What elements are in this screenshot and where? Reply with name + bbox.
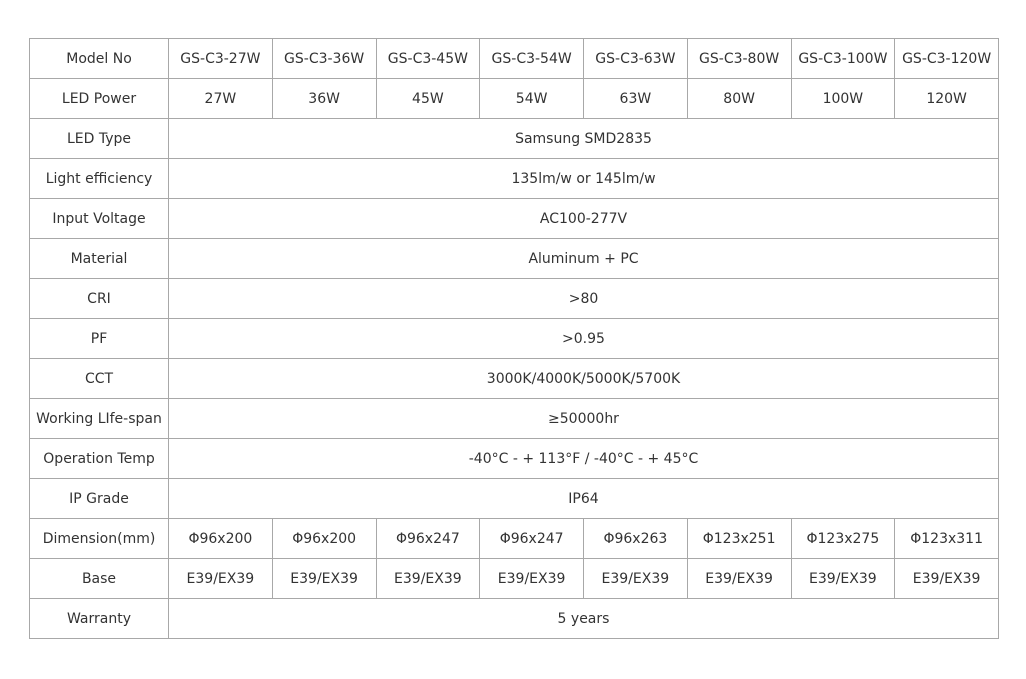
row-label: Input Voltage — [29, 198, 169, 239]
row-label: IP Grade — [29, 478, 169, 519]
ip-grade-value: IP64 — [168, 478, 999, 519]
row-input-voltage: Input Voltage AC100-277V — [29, 198, 999, 239]
row-light-efficiency: Light efficiency 135lm/w or 145lm/w — [29, 158, 999, 199]
row-label: LED Power — [29, 78, 169, 119]
base-cell: E39/EX39 — [790, 558, 896, 599]
base-cell: E39/EX39 — [894, 558, 999, 599]
pf-value: >0.95 — [168, 318, 999, 359]
power-cell: 120W — [894, 78, 999, 119]
led-type-value: Samsung SMD2835 — [168, 118, 999, 159]
row-label: Warranty — [29, 598, 169, 639]
model-cell: GS-C3-120W — [894, 38, 999, 79]
row-working-life-span: Working LIfe-span ≥50000hr — [29, 398, 999, 439]
dimension-cell: Φ96x247 — [479, 518, 584, 559]
dimension-cell: Φ96x200 — [168, 518, 273, 559]
row-label: Model No — [29, 38, 169, 79]
power-cell: 100W — [790, 78, 896, 119]
power-cell: 63W — [583, 78, 688, 119]
row-cct: CCT 3000K/4000K/5000K/5700K — [29, 358, 999, 399]
row-label: PF — [29, 318, 169, 359]
row-label: Working LIfe-span — [29, 398, 169, 439]
model-cell: GS-C3-80W — [686, 38, 792, 79]
row-led-power: LED Power 27W 36W 45W 54W 63W 80W 100W 1… — [29, 78, 999, 119]
row-base: Base E39/EX39 E39/EX39 E39/EX39 E39/EX39… — [29, 558, 999, 599]
row-warranty: Warranty 5 years — [29, 598, 999, 639]
dimension-cell: Φ96x263 — [583, 518, 688, 559]
base-cell: E39/EX39 — [686, 558, 792, 599]
power-cell: 80W — [686, 78, 792, 119]
base-cell: E39/EX39 — [479, 558, 584, 599]
dimension-cell: Φ123x275 — [790, 518, 896, 559]
dimension-cell: Φ96x200 — [271, 518, 377, 559]
row-label: Operation Temp — [29, 438, 169, 479]
row-label: Material — [29, 238, 169, 279]
cri-value: >80 — [168, 278, 999, 319]
base-cell: E39/EX39 — [583, 558, 688, 599]
cct-value: 3000K/4000K/5000K/5700K — [168, 358, 999, 399]
row-pf: PF >0.95 — [29, 318, 999, 359]
base-cell: E39/EX39 — [168, 558, 273, 599]
power-cell: 36W — [271, 78, 377, 119]
row-label: Base — [29, 558, 169, 599]
spec-table: Model No GS-C3-27W GS-C3-36W GS-C3-45W G… — [29, 38, 999, 639]
row-label: CRI — [29, 278, 169, 319]
life-span-value: ≥50000hr — [168, 398, 999, 439]
row-operation-temp: Operation Temp -40°C - + 113°F / -40°C -… — [29, 438, 999, 479]
dimension-cell: Φ123x311 — [894, 518, 999, 559]
row-dimension: Dimension(mm) Φ96x200 Φ96x200 Φ96x247 Φ9… — [29, 518, 999, 559]
dimension-cell: Φ96x247 — [375, 518, 481, 559]
material-value: Aluminum + PC — [168, 238, 999, 279]
row-led-type: LED Type Samsung SMD2835 — [29, 118, 999, 159]
row-label: Dimension(mm) — [29, 518, 169, 559]
warranty-value: 5 years — [168, 598, 999, 639]
light-efficiency-value: 135lm/w or 145lm/w — [168, 158, 999, 199]
row-material: Material Aluminum + PC — [29, 238, 999, 279]
row-label: Light efficiency — [29, 158, 169, 199]
row-label: LED Type — [29, 118, 169, 159]
power-cell: 45W — [375, 78, 481, 119]
model-cell: GS-C3-36W — [271, 38, 377, 79]
input-voltage-value: AC100-277V — [168, 198, 999, 239]
row-label: CCT — [29, 358, 169, 399]
row-cri: CRI >80 — [29, 278, 999, 319]
model-cell: GS-C3-54W — [479, 38, 584, 79]
row-ip-grade: IP Grade IP64 — [29, 478, 999, 519]
model-cell: GS-C3-45W — [375, 38, 481, 79]
operation-temp-value: -40°C - + 113°F / -40°C - + 45°C — [168, 438, 999, 479]
row-model-no: Model No GS-C3-27W GS-C3-36W GS-C3-45W G… — [29, 38, 999, 79]
base-cell: E39/EX39 — [375, 558, 481, 599]
dimension-cell: Φ123x251 — [686, 518, 792, 559]
model-cell: GS-C3-63W — [583, 38, 688, 79]
base-cell: E39/EX39 — [271, 558, 377, 599]
model-cell: GS-C3-100W — [790, 38, 896, 79]
power-cell: 27W — [168, 78, 273, 119]
power-cell: 54W — [479, 78, 584, 119]
model-cell: GS-C3-27W — [168, 38, 273, 79]
